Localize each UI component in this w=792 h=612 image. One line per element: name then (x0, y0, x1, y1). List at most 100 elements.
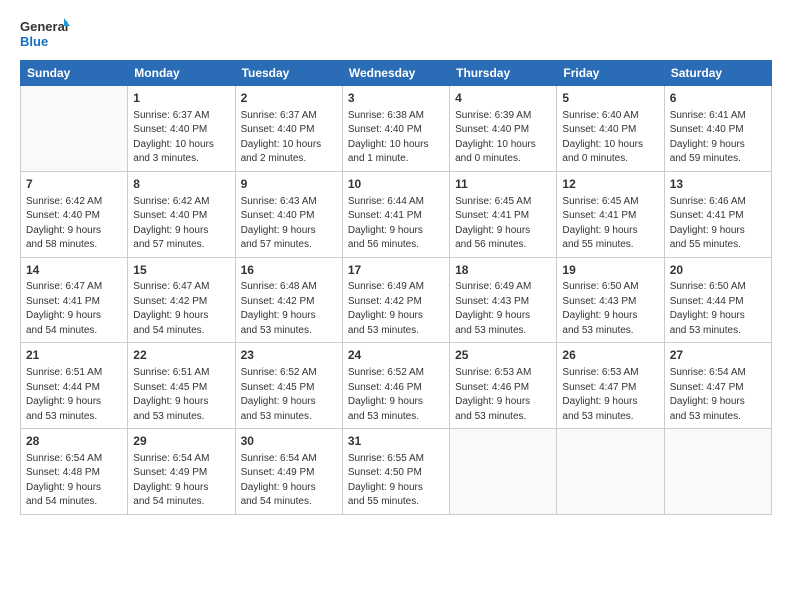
calendar-cell: 19Sunrise: 6:50 AMSunset: 4:43 PMDayligh… (557, 257, 664, 343)
day-number: 18 (455, 262, 551, 279)
day-info: Sunrise: 6:54 AMSunset: 4:47 PMDaylight:… (670, 366, 766, 424)
calendar-cell (557, 429, 664, 515)
page: General Blue SundayMondayTuesdayWednesda… (0, 0, 792, 612)
day-number: 20 (670, 262, 766, 279)
calendar-cell: 24Sunrise: 6:52 AMSunset: 4:46 PMDayligh… (342, 343, 449, 429)
day-info: Sunrise: 6:40 AMSunset: 4:40 PMDaylight:… (562, 109, 658, 167)
day-info: Sunrise: 6:41 AMSunset: 4:40 PMDaylight:… (670, 109, 766, 167)
calendar-cell: 6 Sunrise: 6:41 AMSunset: 4:40 PMDaylight… (664, 86, 771, 172)
day-info: Sunrise: 6:47 AMSunset: 4:41 PMDaylight:… (26, 280, 122, 338)
day-info: Sunrise: 6:51 AMSunset: 4:45 PMDaylight:… (133, 366, 229, 424)
calendar-header-sunday: Sunday (21, 61, 128, 86)
day-info: Sunrise: 6:43 AMSunset: 4:40 PMDaylight:… (241, 195, 337, 253)
calendar-cell: 14Sunrise: 6:47 AMSunset: 4:41 PMDayligh… (21, 257, 128, 343)
day-info: Sunrise: 6:37 AMSunset: 4:40 PMDaylight:… (133, 109, 229, 167)
day-info: Sunrise: 6:51 AMSunset: 4:44 PMDaylight:… (26, 366, 122, 424)
calendar-cell: 10 Sunrise: 6:44 AMSunset: 4:41 PMDayligh… (342, 171, 449, 257)
calendar-week-2: 7Sunrise: 6:42 AMSunset: 4:40 PMDaylight… (21, 171, 772, 257)
calendar-week-1: 1 Sunrise: 6:37 AMSunset: 4:40 PMDaylight… (21, 86, 772, 172)
calendar-cell: 29 Sunrise: 6:54 AMSunset: 4:49 PMDayligh… (128, 429, 235, 515)
day-info: Sunrise: 6:46 AMSunset: 4:41 PMDaylight:… (670, 195, 766, 253)
calendar-cell: 5 Sunrise: 6:40 AMSunset: 4:40 PMDaylight… (557, 86, 664, 172)
calendar-cell: 16Sunrise: 6:48 AMSunset: 4:42 PMDayligh… (235, 257, 342, 343)
calendar-header-wednesday: Wednesday (342, 61, 449, 86)
day-number: 5 (562, 90, 658, 107)
calendar-cell: 26 Sunrise: 6:53 AMSunset: 4:47 PMDayligh… (557, 343, 664, 429)
calendar-cell: 2 Sunrise: 6:37 AMSunset: 4:40 PMDaylight… (235, 86, 342, 172)
calendar-cell: 12 Sunrise: 6:45 AMSunset: 4:41 PMDayligh… (557, 171, 664, 257)
day-number: 17 (348, 262, 444, 279)
day-number: 22 (133, 347, 229, 364)
day-number: 16 (241, 262, 337, 279)
day-number: 25 (455, 347, 551, 364)
calendar-week-4: 21Sunrise: 6:51 AMSunset: 4:44 PMDayligh… (21, 343, 772, 429)
calendar-cell (450, 429, 557, 515)
day-info: Sunrise: 6:45 AMSunset: 4:41 PMDaylight:… (455, 195, 551, 253)
calendar-header-thursday: Thursday (450, 61, 557, 86)
day-number: 4 (455, 90, 551, 107)
calendar-header-saturday: Saturday (664, 61, 771, 86)
logo-svg: General Blue (20, 16, 70, 52)
day-info: Sunrise: 6:49 AMSunset: 4:43 PMDaylight:… (455, 280, 551, 338)
logo: General Blue (20, 16, 70, 52)
calendar-cell: 9 Sunrise: 6:43 AMSunset: 4:40 PMDaylight… (235, 171, 342, 257)
day-info: Sunrise: 6:54 AMSunset: 4:48 PMDaylight:… (26, 452, 122, 510)
calendar-cell: 23 Sunrise: 6:52 AMSunset: 4:45 PMDayligh… (235, 343, 342, 429)
calendar-cell: 4Sunrise: 6:39 AMSunset: 4:40 PMDaylight… (450, 86, 557, 172)
calendar-cell: 1 Sunrise: 6:37 AMSunset: 4:40 PMDaylight… (128, 86, 235, 172)
day-number: 11 (455, 176, 551, 193)
day-number: 30 (241, 433, 337, 450)
calendar-header-row: SundayMondayTuesdayWednesdayThursdayFrid… (21, 61, 772, 86)
day-number: 14 (26, 262, 122, 279)
day-info: Sunrise: 6:48 AMSunset: 4:42 PMDaylight:… (241, 280, 337, 338)
calendar-cell: 22 Sunrise: 6:51 AMSunset: 4:45 PMDayligh… (128, 343, 235, 429)
day-info: Sunrise: 6:37 AMSunset: 4:40 PMDaylight:… (241, 109, 337, 167)
day-number: 19 (562, 262, 658, 279)
day-info: Sunrise: 6:52 AMSunset: 4:45 PMDaylight:… (241, 366, 337, 424)
day-info: Sunrise: 6:53 AMSunset: 4:47 PMDaylight:… (562, 366, 658, 424)
day-info: Sunrise: 6:45 AMSunset: 4:41 PMDaylight:… (562, 195, 658, 253)
calendar-cell: 15Sunrise: 6:47 AMSunset: 4:42 PMDayligh… (128, 257, 235, 343)
day-number: 3 (348, 90, 444, 107)
svg-text:Blue: Blue (20, 34, 48, 49)
day-info: Sunrise: 6:47 AMSunset: 4:42 PMDaylight:… (133, 280, 229, 338)
calendar-header-friday: Friday (557, 61, 664, 86)
day-number: 12 (562, 176, 658, 193)
day-info: Sunrise: 6:49 AMSunset: 4:42 PMDaylight:… (348, 280, 444, 338)
day-info: Sunrise: 6:44 AMSunset: 4:41 PMDaylight:… (348, 195, 444, 253)
svg-text:General: General (20, 19, 68, 34)
calendar-cell: 11 Sunrise: 6:45 AMSunset: 4:41 PMDayligh… (450, 171, 557, 257)
day-number: 1 (133, 90, 229, 107)
day-info: Sunrise: 6:55 AMSunset: 4:50 PMDaylight:… (348, 452, 444, 510)
day-info: Sunrise: 6:54 AMSunset: 4:49 PMDaylight:… (133, 452, 229, 510)
day-info: Sunrise: 6:53 AMSunset: 4:46 PMDaylight:… (455, 366, 551, 424)
calendar-cell: 20Sunrise: 6:50 AMSunset: 4:44 PMDayligh… (664, 257, 771, 343)
day-number: 27 (670, 347, 766, 364)
calendar-cell: 31 Sunrise: 6:55 AMSunset: 4:50 PMDayligh… (342, 429, 449, 515)
calendar-cell: 28Sunrise: 6:54 AMSunset: 4:48 PMDayligh… (21, 429, 128, 515)
calendar-cell: 25 Sunrise: 6:53 AMSunset: 4:46 PMDayligh… (450, 343, 557, 429)
day-number: 29 (133, 433, 229, 450)
calendar-header-tuesday: Tuesday (235, 61, 342, 86)
day-number: 13 (670, 176, 766, 193)
day-info: Sunrise: 6:54 AMSunset: 4:49 PMDaylight:… (241, 452, 337, 510)
calendar-cell: 13 Sunrise: 6:46 AMSunset: 4:41 PMDayligh… (664, 171, 771, 257)
day-number: 6 (670, 90, 766, 107)
day-info: Sunrise: 6:50 AMSunset: 4:44 PMDaylight:… (670, 280, 766, 338)
calendar-cell: 21Sunrise: 6:51 AMSunset: 4:44 PMDayligh… (21, 343, 128, 429)
day-number: 10 (348, 176, 444, 193)
day-info: Sunrise: 6:38 AMSunset: 4:40 PMDaylight:… (348, 109, 444, 167)
day-info: Sunrise: 6:52 AMSunset: 4:46 PMDaylight:… (348, 366, 444, 424)
day-number: 15 (133, 262, 229, 279)
day-number: 2 (241, 90, 337, 107)
day-number: 26 (562, 347, 658, 364)
day-number: 9 (241, 176, 337, 193)
day-info: Sunrise: 6:50 AMSunset: 4:43 PMDaylight:… (562, 280, 658, 338)
calendar-cell: 18Sunrise: 6:49 AMSunset: 4:43 PMDayligh… (450, 257, 557, 343)
calendar-cell: 17Sunrise: 6:49 AMSunset: 4:42 PMDayligh… (342, 257, 449, 343)
calendar: SundayMondayTuesdayWednesdayThursdayFrid… (20, 60, 772, 515)
calendar-week-3: 14Sunrise: 6:47 AMSunset: 4:41 PMDayligh… (21, 257, 772, 343)
day-number: 31 (348, 433, 444, 450)
calendar-cell: 27 Sunrise: 6:54 AMSunset: 4:47 PMDayligh… (664, 343, 771, 429)
day-number: 23 (241, 347, 337, 364)
